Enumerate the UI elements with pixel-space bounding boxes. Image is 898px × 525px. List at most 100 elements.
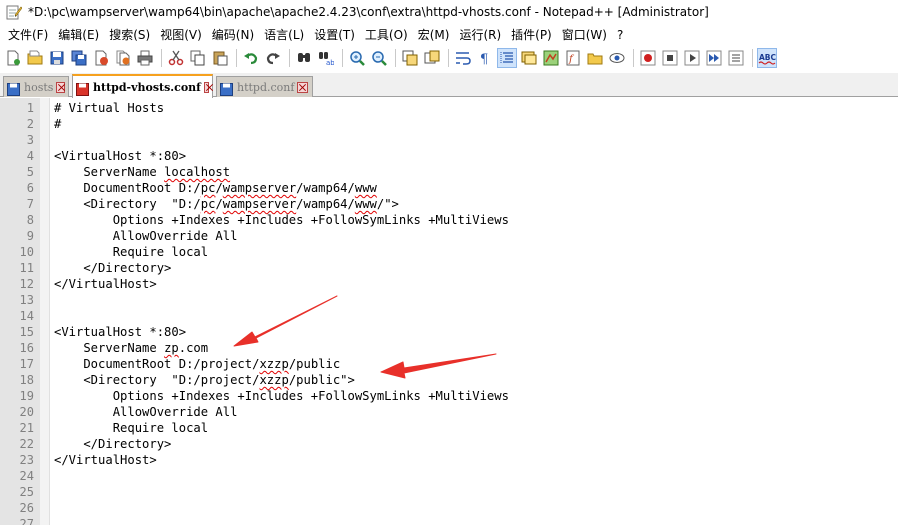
line-number: 18	[19, 373, 34, 387]
line-number: 22	[19, 437, 34, 451]
monitor-icon[interactable]	[607, 48, 627, 68]
menu-settings[interactable]: 设置(T)	[309, 25, 360, 45]
code-line: </Directory>	[54, 261, 172, 275]
line-number: 15	[19, 325, 34, 339]
window-title: *D:\pc\wampserver\wamp64\bin\apache\apac…	[28, 5, 709, 19]
open-file-icon[interactable]	[25, 48, 45, 68]
fold-margin[interactable]	[40, 98, 50, 525]
line-number-gutter: 1 2 3 4 5 6 7 8 9 10 11 12 13 14 15 16 17 18 19 20 21 22 23 24 2…	[0, 98, 40, 525]
line-number: 10	[19, 245, 34, 259]
code-line: AllowOverride All	[54, 229, 238, 243]
play-multiple-icon[interactable]	[704, 48, 724, 68]
folder-workspace-icon[interactable]	[585, 48, 605, 68]
new-file-icon[interactable]	[3, 48, 23, 68]
zoom-in-icon[interactable]	[347, 48, 367, 68]
code-line: Options +Indexes +Includes +FollowSymLin…	[54, 213, 509, 227]
line-number: 20	[19, 405, 34, 419]
code-line: Options +Indexes +Includes +FollowSymLin…	[54, 389, 509, 403]
code-line: Require local	[54, 245, 209, 259]
menu-window[interactable]: 窗口(W)	[557, 25, 612, 45]
line-number: 9	[26, 229, 34, 243]
record-macro-icon[interactable]	[638, 48, 658, 68]
line-number: 26	[19, 501, 34, 515]
toolbar-separator	[342, 49, 343, 67]
copy-icon[interactable]	[188, 48, 208, 68]
editor[interactable]: 1 2 3 4 5 6 7 8 9 10 11 12 13 14 15 16 17 18 19 20 21 22 23 24 2…	[0, 98, 898, 525]
line-number: 19	[19, 389, 34, 403]
play-macro-icon[interactable]	[682, 48, 702, 68]
toolbar-separator	[161, 49, 162, 67]
line-number: 14	[19, 309, 34, 323]
line-number: 11	[19, 261, 34, 275]
menu-tools[interactable]: 工具(O)	[360, 25, 413, 45]
menu-run[interactable]: 运行(R)	[454, 25, 506, 45]
menu-search[interactable]: 搜索(S)	[104, 25, 155, 45]
line-number: 1	[26, 101, 34, 115]
code-line: <VirtualHost *:80>	[54, 149, 187, 163]
redo-icon[interactable]	[263, 48, 283, 68]
code-line: DocumentRoot D:/pc/wampserver/wamp64/www	[54, 181, 377, 195]
line-number: 25	[19, 485, 34, 499]
tab-httpd-conf[interactable]: httpd.conf	[216, 76, 313, 97]
document-map-icon[interactable]	[541, 48, 561, 68]
find-icon[interactable]	[294, 48, 314, 68]
line-number: 17	[19, 357, 34, 371]
title-bar: *D:\pc\wampserver\wamp64\bin\apache\apac…	[0, 0, 898, 24]
function-list-icon[interactable]: f	[563, 48, 583, 68]
undo-icon[interactable]	[241, 48, 261, 68]
indent-guide-icon[interactable]	[497, 48, 517, 68]
tab-close-icon[interactable]	[203, 81, 209, 93]
toolbar-separator	[395, 49, 396, 67]
close-all-icon[interactable]	[113, 48, 133, 68]
menu-help[interactable]: ?	[612, 25, 628, 45]
paste-icon[interactable]	[210, 48, 230, 68]
toolbar-separator	[289, 49, 290, 67]
tab-close-icon[interactable]	[297, 81, 309, 93]
print-icon[interactable]	[135, 48, 155, 68]
line-number: 12	[19, 277, 34, 291]
toolbar-separator	[633, 49, 634, 67]
menu-plugins[interactable]: 插件(P)	[506, 25, 557, 45]
line-number: 4	[26, 149, 34, 163]
menu-encoding[interactable]: 编码(N)	[207, 25, 259, 45]
menu-bar: 文件(F) 编辑(E) 搜索(S) 视图(V) 编码(N) 语言(L) 设置(T…	[0, 24, 898, 46]
code-line: </VirtualHost>	[54, 277, 157, 291]
saved-file-icon	[7, 81, 20, 96]
line-number: 16	[19, 341, 34, 355]
unsaved-file-icon	[76, 81, 89, 96]
user-language-icon[interactable]	[519, 48, 539, 68]
tab-httpd-vhosts-conf[interactable]: httpd-vhosts.conf	[72, 74, 213, 98]
menu-edit[interactable]: 编辑(E)	[53, 25, 104, 45]
save-macro-icon[interactable]	[726, 48, 746, 68]
stop-macro-icon[interactable]	[660, 48, 680, 68]
svg-text:ab: ab	[326, 59, 334, 66]
zoom-out-icon[interactable]	[369, 48, 389, 68]
tab-label: httpd-vhosts.conf	[93, 80, 201, 94]
toolbar-separator	[752, 49, 753, 67]
tab-close-icon[interactable]	[56, 81, 65, 93]
cut-icon[interactable]	[166, 48, 186, 68]
menu-view[interactable]: 视图(V)	[155, 25, 207, 45]
toolbar: ab ¶ f ABC	[0, 46, 898, 70]
code-line: </VirtualHost>	[54, 453, 157, 467]
save-all-icon[interactable]	[69, 48, 89, 68]
menu-file[interactable]: 文件(F)	[3, 25, 53, 45]
tab-hosts[interactable]: hosts	[3, 76, 69, 97]
save-icon[interactable]	[47, 48, 67, 68]
tab-bar: hosts httpd-vhosts.conf httpd.conf	[0, 73, 898, 98]
code-line: <VirtualHost *:80>	[54, 325, 187, 339]
menu-macro[interactable]: 宏(M)	[413, 25, 455, 45]
line-number: 21	[19, 421, 34, 435]
toolbar-separator	[236, 49, 237, 67]
close-icon[interactable]	[91, 48, 111, 68]
saved-file-icon	[220, 81, 233, 96]
menu-language[interactable]: 语言(L)	[259, 25, 309, 45]
line-number: 27	[19, 517, 34, 525]
sync-vertical-icon[interactable]	[400, 48, 420, 68]
sync-horizontal-icon[interactable]	[422, 48, 442, 68]
word-wrap-icon[interactable]	[453, 48, 473, 68]
replace-icon[interactable]: ab	[316, 48, 336, 68]
show-all-chars-icon[interactable]: ¶	[475, 48, 495, 68]
line-number: 23	[19, 453, 34, 467]
spell-check-icon[interactable]: ABC	[757, 48, 777, 68]
